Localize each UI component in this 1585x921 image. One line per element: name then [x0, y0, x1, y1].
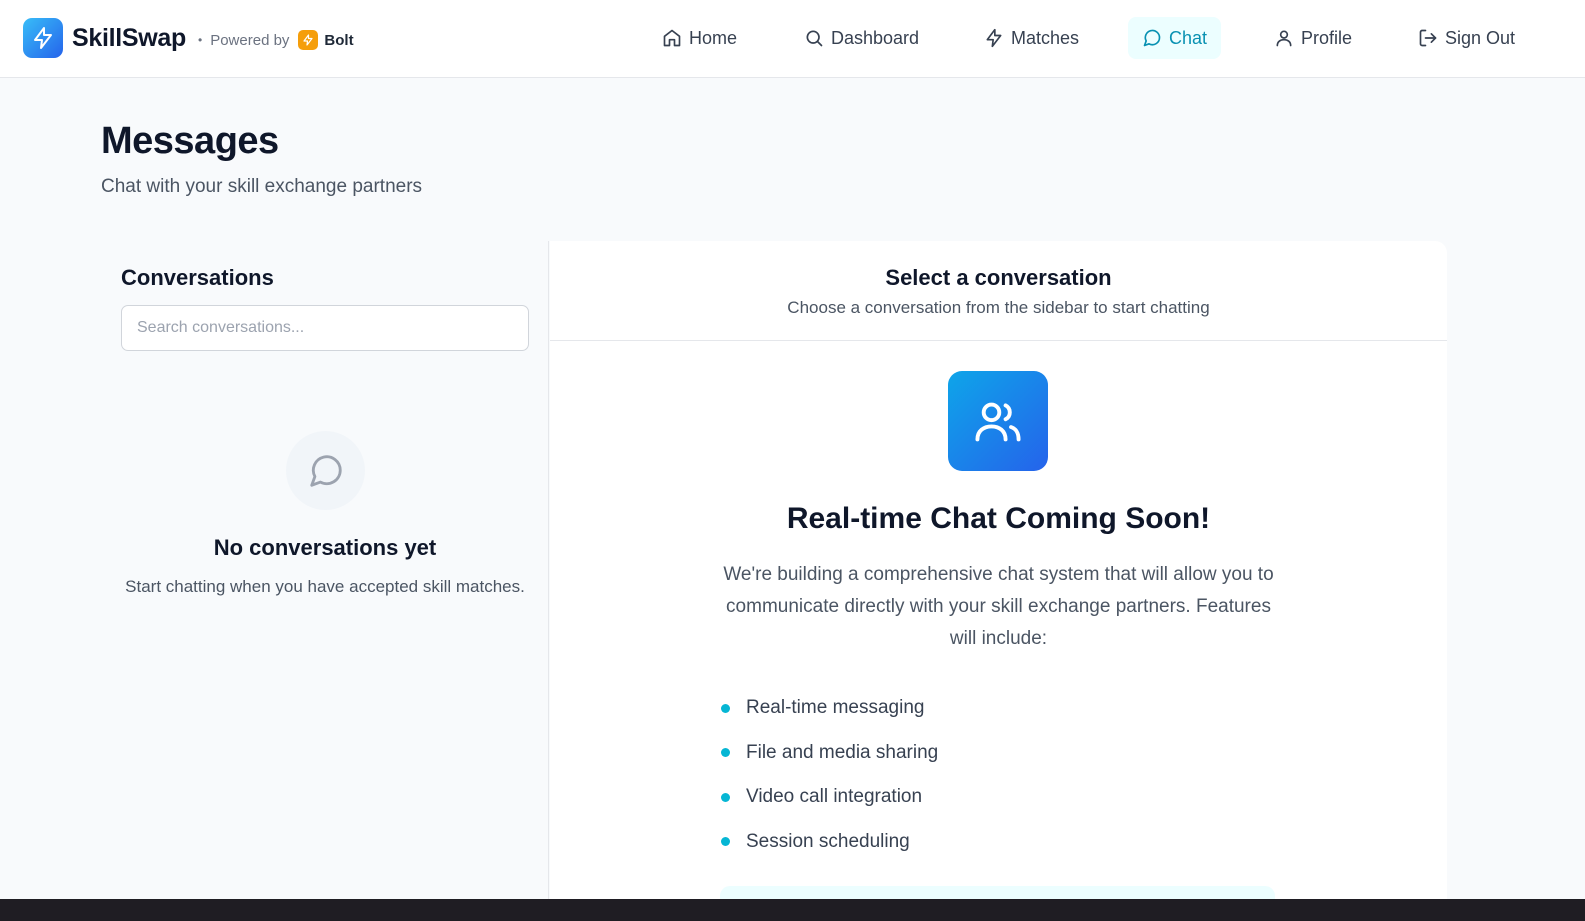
search-conversations-input[interactable]	[121, 305, 529, 351]
feature-label: File and media sharing	[746, 741, 939, 763]
chat-panel-header: Select a conversation Choose a conversat…	[550, 241, 1447, 341]
chat-header-title: Select a conversation	[885, 265, 1112, 290]
bullet-icon	[721, 837, 730, 847]
empty-state-subtitle: Start chatting when you have accepted sk…	[125, 577, 525, 596]
message-circle-icon	[1143, 29, 1161, 47]
bolt-logo-icon	[298, 30, 319, 50]
bullet-icon	[721, 748, 730, 758]
home-icon	[663, 29, 681, 47]
search-icon	[806, 30, 823, 47]
list-item: File and media sharing	[721, 731, 938, 776]
logout-icon	[1419, 29, 1437, 47]
powered-by-label: Powered by	[210, 31, 290, 49]
page-subtitle: Chat with your skill exchange partners	[101, 176, 423, 197]
empty-state-title: No conversations yet	[213, 535, 437, 560]
message-circle-icon	[309, 454, 342, 487]
nav-matches-label: Matches	[1011, 27, 1080, 48]
nav-home-label: Home	[689, 27, 738, 48]
brand-name[interactable]: SkillSwap	[72, 24, 186, 53]
nav-dashboard-label: Dashboard	[831, 27, 920, 48]
list-item: Session scheduling	[721, 820, 938, 865]
list-item: Video call integration	[721, 775, 938, 820]
sidebar-title: Conversations	[121, 265, 274, 290]
chat-panel: Select a conversation Choose a conversat…	[550, 241, 1447, 921]
empty-state-icon-wrap	[286, 431, 365, 510]
nav-profile[interactable]: Profile	[1260, 17, 1366, 59]
nav-matches[interactable]: Matches	[970, 17, 1093, 59]
feature-label: Real-time messaging	[746, 697, 925, 719]
coming-soon-title: Real-time Chat Coming Soon!	[786, 502, 1211, 535]
lightning-icon	[34, 27, 52, 49]
powered-by: • Powered by Bolt	[198, 30, 354, 50]
user-icon	[1276, 30, 1292, 47]
feature-label: Video call integration	[746, 786, 923, 808]
nav-sign-out-label: Sign Out	[1445, 27, 1516, 48]
coming-soon-description: We're building a comprehensive chat syst…	[723, 564, 1274, 649]
nav-profile-label: Profile	[1301, 27, 1353, 48]
nav-chat[interactable]: Chat	[1128, 17, 1222, 59]
list-item: Real-time messaging	[721, 686, 938, 731]
users-icon-tile	[948, 371, 1048, 471]
page-title: Messages	[101, 120, 279, 162]
feature-list: Real-time messaging File and media shari…	[721, 686, 938, 864]
skillswap-logo[interactable]	[23, 18, 63, 58]
feature-label: Session scheduling	[746, 830, 910, 852]
nav-sign-out[interactable]: Sign Out	[1404, 17, 1529, 59]
users-icon	[975, 402, 1021, 442]
lightning-icon	[986, 28, 1002, 48]
bullet-icon	[721, 703, 730, 713]
separator-dot: •	[198, 33, 203, 47]
nav-dashboard[interactable]: Dashboard	[790, 17, 933, 59]
bullet-icon	[721, 792, 730, 802]
chat-header-subtitle: Choose a conversation from the sidebar t…	[787, 298, 1210, 317]
conversations-sidebar: Conversations No conversations yet Start…	[101, 241, 549, 921]
top-navbar: SkillSwap • Powered by Bolt Home Dashboa…	[0, 0, 1585, 78]
bolt-label[interactable]: Bolt	[324, 32, 353, 49]
nav-home[interactable]: Home	[648, 17, 751, 59]
nav-chat-label: Chat	[1169, 27, 1208, 48]
os-taskbar	[0, 899, 1585, 921]
